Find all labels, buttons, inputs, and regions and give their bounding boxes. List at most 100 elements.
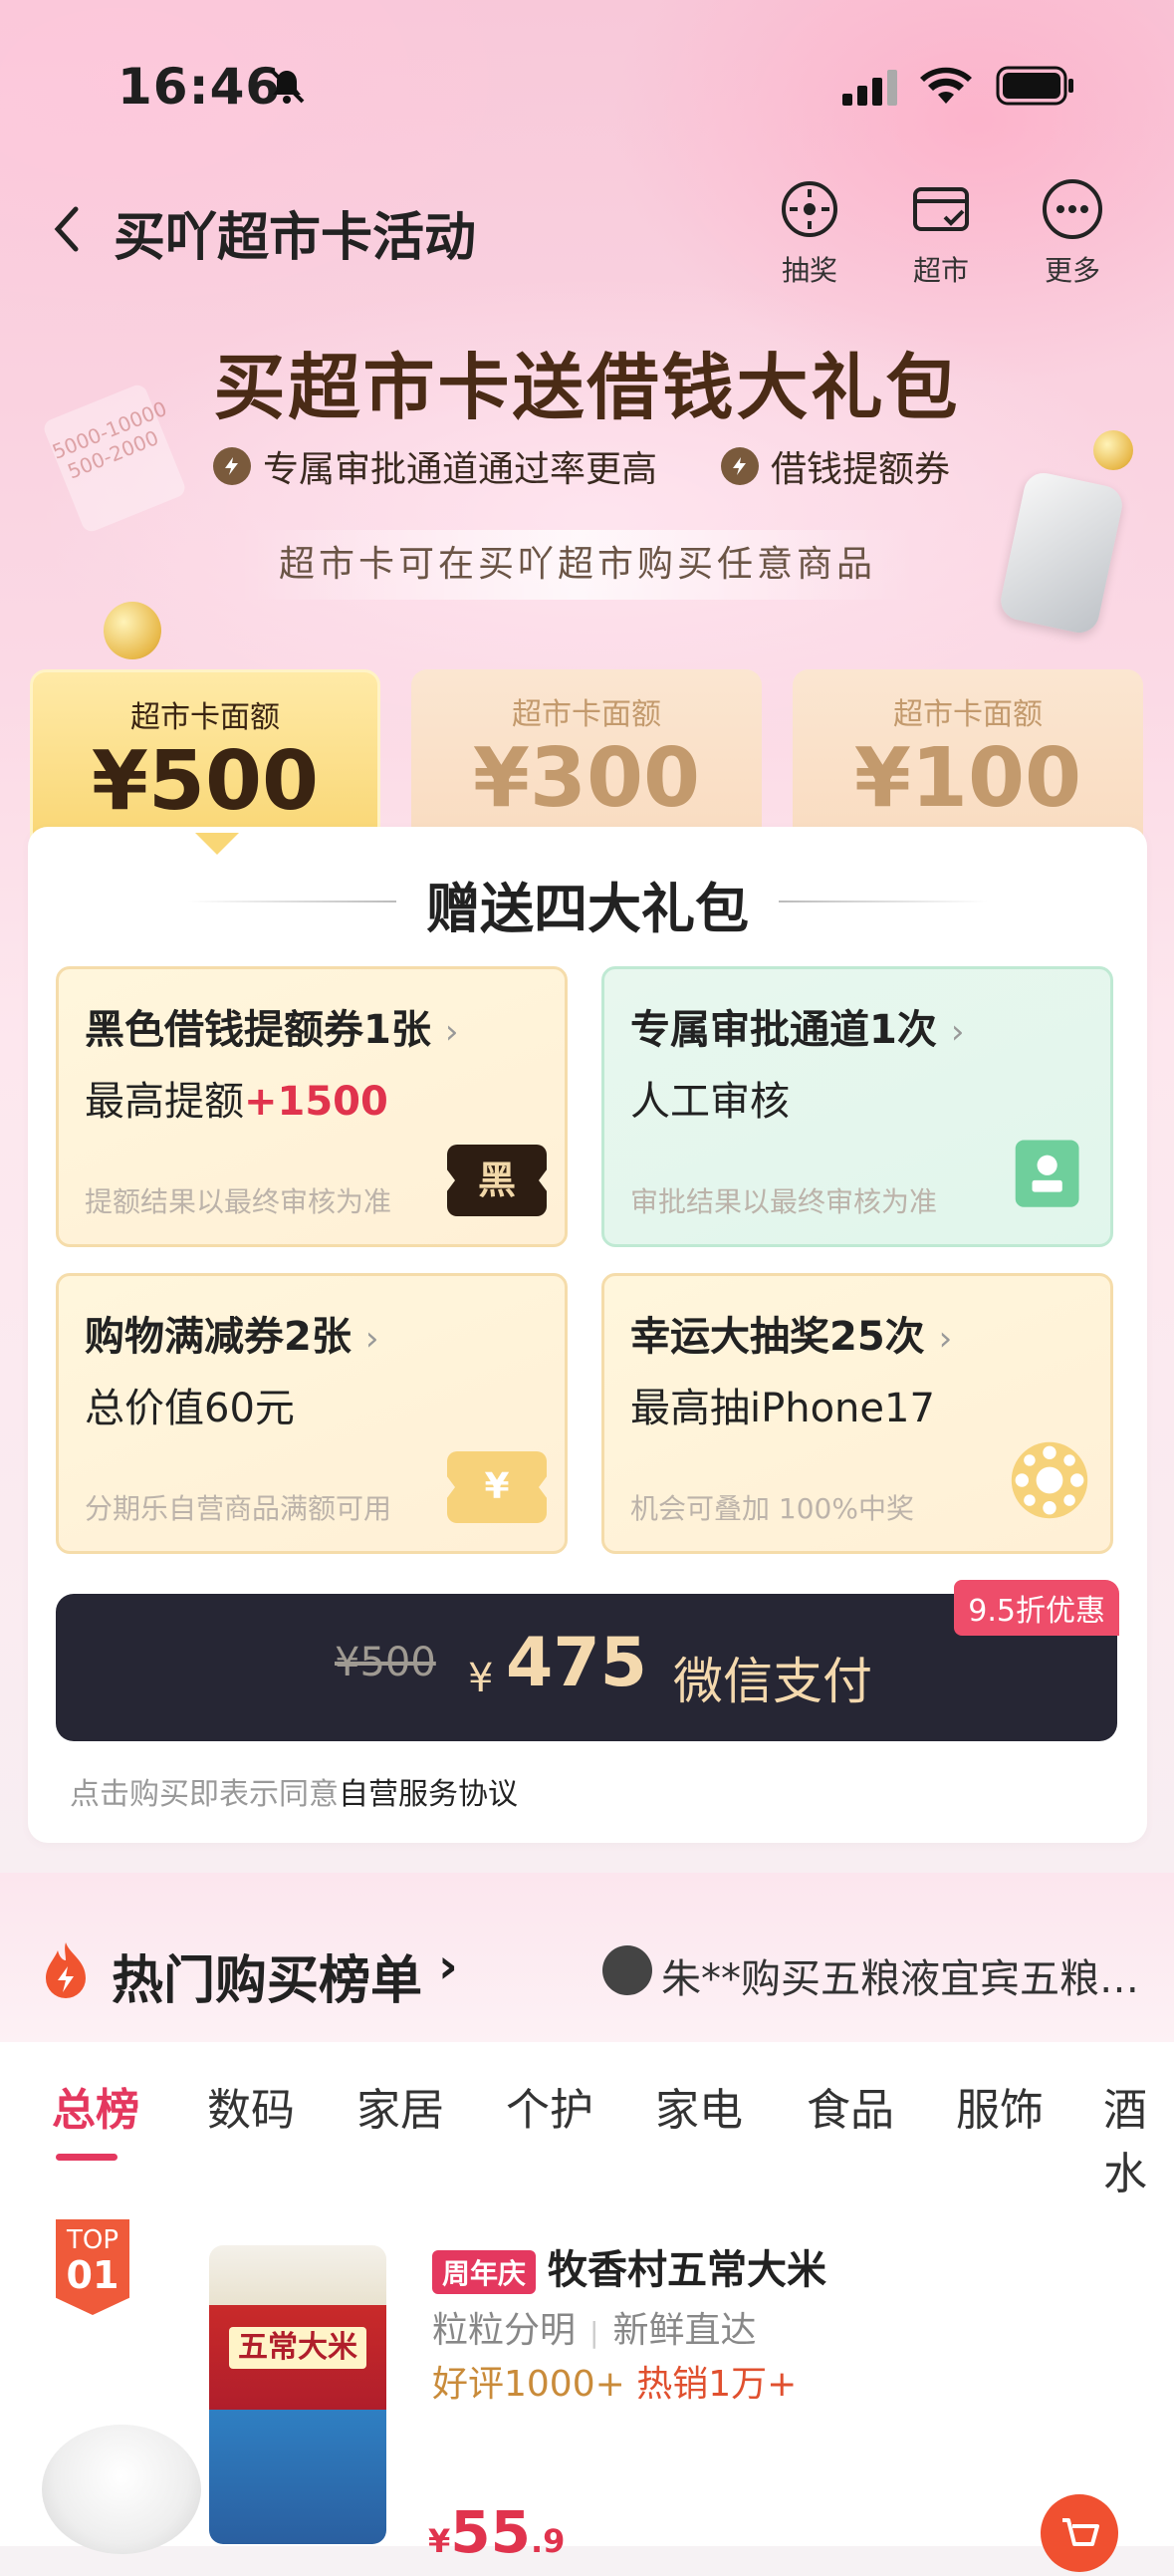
feature-coupon: 借钱提额券 bbox=[721, 440, 950, 492]
feature-approval-text: 专属审批通道通过率更高 bbox=[263, 449, 658, 490]
gift-card-title: 黑色借钱提额券1张 › bbox=[85, 997, 539, 1055]
hero-headline: 买超市卡送借钱大礼包 bbox=[213, 346, 961, 429]
active-tab-indicator bbox=[56, 2154, 117, 2161]
gift-card-title: 幸运大抽奖25次 › bbox=[630, 1304, 1084, 1362]
approval-stamp-icon bbox=[1015, 1140, 1079, 1207]
gift-card-title-text: 幸运大抽奖25次 bbox=[630, 1314, 925, 1360]
category-tabs: 总榜 数码 家居 个护 家电 食品 服饰 酒水 bbox=[0, 2042, 1174, 2199]
gift-card-title-text: 专属审批通道1次 bbox=[630, 1007, 937, 1053]
product-feature-2: 新鲜直达 bbox=[612, 2310, 757, 2351]
discount-badge: 9.5折优惠 bbox=[954, 1580, 1119, 1636]
tab-digital[interactable]: 数码 bbox=[207, 2074, 295, 2138]
original-price: ¥500 bbox=[335, 1640, 436, 1685]
add-to-cart-button[interactable] bbox=[1041, 2494, 1118, 2572]
selected-amount-pointer bbox=[195, 833, 239, 855]
gift-card-note: 机会可叠加 100%中奖 bbox=[630, 1492, 914, 1525]
gift-card-title-text: 购物满减券2张 bbox=[85, 1314, 352, 1360]
feature-approval: 专属审批通道通过率更高 bbox=[213, 440, 657, 492]
gift-card-title-text: 黑色借钱提额券1张 bbox=[85, 1007, 431, 1053]
lottery-label: 抽奖 bbox=[781, 254, 837, 287]
decor-coin bbox=[104, 602, 161, 659]
pay-price: 475 bbox=[506, 1624, 647, 1702]
tab-liquor[interactable]: 酒水 bbox=[1103, 2074, 1174, 2201]
wechat-pay-button[interactable]: ¥500 ¥ 475 微信支付 9.5折优惠 bbox=[56, 1580, 1119, 1741]
amount-option-100[interactable]: 超市卡面额 ¥100 bbox=[793, 669, 1143, 839]
agreement-prefix: 点击购买即表示同意 bbox=[70, 1777, 339, 1812]
more-button[interactable]: 更多 bbox=[1028, 177, 1117, 289]
amount-value: ¥500 bbox=[91, 734, 320, 829]
gift-card-lucky-draw[interactable]: 幸运大抽奖25次 › 最高抽iPhone17 机会可叠加 100%中奖 bbox=[601, 1273, 1113, 1554]
gift-card-line2: 最高提额+1500 bbox=[85, 1069, 539, 1127]
tab-overall[interactable]: 总榜 bbox=[52, 2074, 139, 2138]
chevron-right-icon: › bbox=[950, 1012, 965, 1052]
product-price: ¥55.9 bbox=[428, 2498, 565, 2566]
rank-number: 01 bbox=[66, 2253, 119, 2297]
rice-bag-label: 五常大米 bbox=[229, 2327, 366, 2369]
hot-list-title[interactable]: 热门购买榜单 bbox=[112, 1938, 422, 2013]
gift-card-note: 审批结果以最终审核为准 bbox=[630, 1185, 938, 1218]
product-name-text: 牧香村五常大米 bbox=[548, 2247, 827, 2293]
feature-coupon-text: 借钱提额券 bbox=[771, 449, 951, 490]
gift-title: 赠送四大礼包 bbox=[426, 878, 749, 940]
hot-list-chevron-icon[interactable]: › bbox=[438, 1938, 458, 1994]
gift-card-line2: 人工审核 bbox=[630, 1079, 790, 1125]
tab-apparel[interactable]: 服饰 bbox=[956, 2074, 1044, 2138]
gift-card-highlight: +1500 bbox=[244, 1079, 388, 1125]
product-feature-1: 粒粒分明 bbox=[432, 2310, 577, 2351]
product-name[interactable]: 周年庆 牧香村五常大米 bbox=[432, 2237, 826, 2295]
flame-icon bbox=[46, 1942, 86, 1998]
product-reviews: 好评1000+ bbox=[432, 2364, 625, 2405]
chevron-right-icon: › bbox=[444, 1012, 459, 1052]
service-agreement-link[interactable]: 自营服务协议 bbox=[339, 1777, 518, 1812]
status-time: 16:46 bbox=[117, 58, 282, 116]
agreement-text: 点击购买即表示同意自营服务协议 bbox=[70, 1769, 518, 1813]
yen-coupon-text: ¥ bbox=[484, 1466, 510, 1507]
tab-personal-care[interactable]: 个护 bbox=[506, 2074, 593, 2138]
product-image-rice-bag[interactable]: 五常大米 bbox=[209, 2245, 386, 2544]
gift-card-credit-coupon[interactable]: 黑色借钱提额券1张 › 最高提额+1500 提额结果以最终审核为准 黑 bbox=[56, 966, 568, 1247]
cart-icon bbox=[1062, 2518, 1099, 2546]
separator: | bbox=[589, 2316, 599, 2349]
back-chevron-icon[interactable] bbox=[48, 199, 88, 259]
supermarket-button[interactable]: 超市 bbox=[896, 177, 986, 289]
supermarket-card-icon bbox=[913, 187, 969, 231]
wifi-icon bbox=[920, 67, 972, 104]
buyer-avatar bbox=[602, 1945, 652, 1995]
price-decimal: .9 bbox=[530, 2522, 566, 2560]
amount-label: 超市卡面额 bbox=[130, 700, 280, 735]
product-image-rice-bowl bbox=[42, 2425, 201, 2554]
gift-card-line2: 最高抽iPhone17 bbox=[630, 1386, 935, 1431]
chevron-right-icon: › bbox=[364, 1319, 379, 1359]
amount-label: 超市卡面额 bbox=[512, 697, 661, 732]
gift-card-shopping-coupon[interactable]: 购物满减券2张 › 总价值60元 分期乐自营商品满额可用 ¥ bbox=[56, 1273, 568, 1554]
more-label: 更多 bbox=[1044, 254, 1100, 287]
lightning-icon bbox=[721, 447, 759, 485]
pay-action-label: 微信支付 bbox=[673, 1653, 872, 1710]
lottery-button[interactable]: 抽奖 bbox=[765, 177, 854, 289]
tab-appliances[interactable]: 家电 bbox=[655, 2074, 743, 2138]
tab-home[interactable]: 家居 bbox=[356, 2074, 444, 2138]
yen-coupon-icon: ¥ bbox=[447, 1451, 547, 1523]
gift-card-title: 专属审批通道1次 › bbox=[630, 997, 1084, 1055]
cell-signal-icon bbox=[842, 70, 897, 106]
amount-option-300[interactable]: 超市卡面额 ¥300 bbox=[411, 669, 762, 839]
chevron-right-icon: › bbox=[938, 1319, 953, 1359]
divider bbox=[779, 901, 988, 902]
price-currency: ¥ bbox=[468, 1656, 494, 1701]
anniversary-tag: 周年庆 bbox=[432, 2250, 537, 2294]
gift-card-line2-text: 最高提额 bbox=[85, 1079, 244, 1125]
gift-card-approval-channel[interactable]: 专属审批通道1次 › 人工审核 审批结果以最终审核为准 bbox=[601, 966, 1113, 1247]
tab-food[interactable]: 食品 bbox=[807, 2074, 894, 2138]
battery-icon bbox=[996, 66, 1073, 106]
lottery-wheel-icon bbox=[782, 181, 837, 237]
rank-badge: TOP 01 bbox=[56, 2219, 129, 2315]
status-bar: 16:46 bbox=[0, 0, 1174, 169]
hero-subtitle: 超市卡可在买吖超市购买任意商品 bbox=[239, 530, 916, 600]
product-features: 粒粒分明 | 新鲜直达 bbox=[432, 2301, 756, 2353]
gift-card-note: 分期乐自营商品满额可用 bbox=[85, 1492, 392, 1525]
amount-option-500[interactable]: 超市卡面额 ¥500 bbox=[30, 669, 380, 839]
product-sales: 热销1万+ bbox=[636, 2364, 798, 2405]
product-stats: 好评1000+ 热销1万+ bbox=[432, 2355, 797, 2407]
prize-wheel-icon bbox=[1011, 1441, 1088, 1519]
decor-coin bbox=[1093, 430, 1133, 470]
